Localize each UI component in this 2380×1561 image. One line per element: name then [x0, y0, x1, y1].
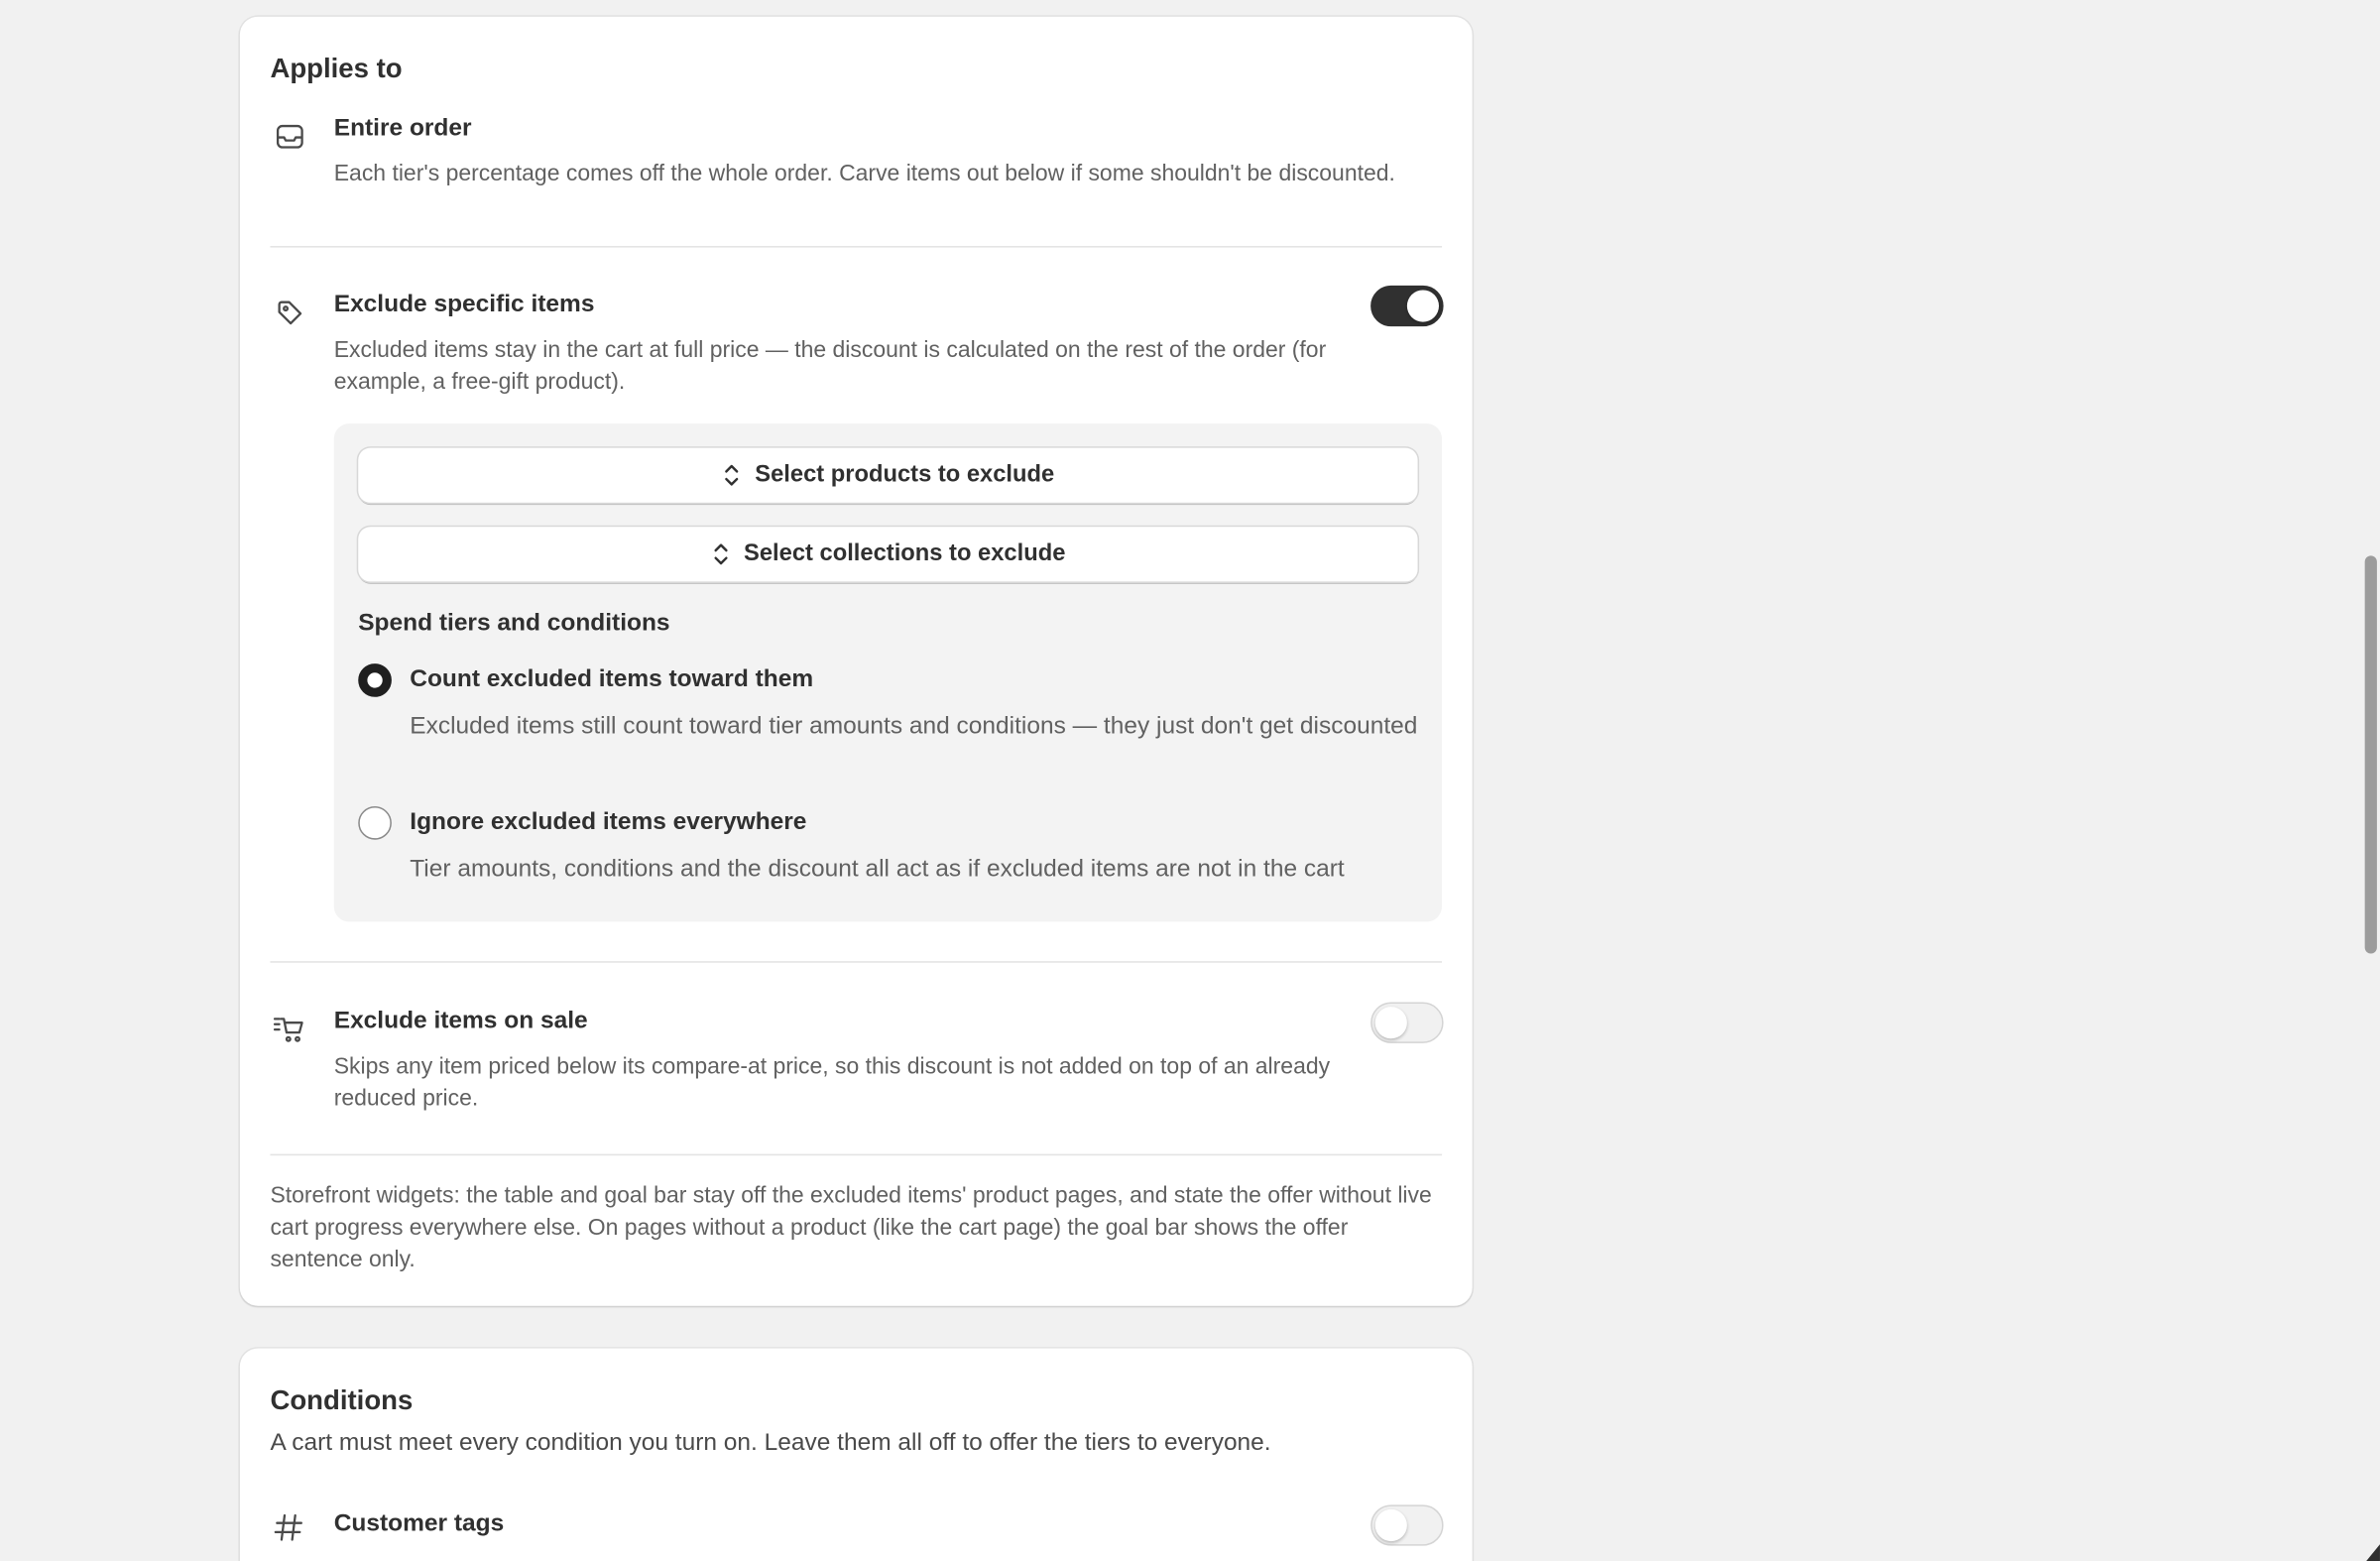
exclusion-options-panel: Select products to exclude Select collec… — [333, 423, 1443, 922]
conditions-card: Conditions A cart must meet every condit… — [239, 1348, 1473, 1561]
resize-corner-icon — [2366, 1544, 2380, 1561]
conditions-description: A cart must meet every condition you tur… — [270, 1430, 1271, 1457]
storefront-note: Storefront widgets: the table and goal b… — [270, 1182, 1432, 1273]
divider — [270, 1153, 1443, 1156]
exclude-sale-toggle[interactable] — [1370, 1002, 1444, 1043]
divider — [270, 246, 1443, 248]
count-excluded-description: Excluded items still count toward tier a… — [410, 713, 1418, 740]
select-products-label: Select products to exclude — [755, 461, 1055, 488]
exclude-sale-description: Skips any item priced below its compare-… — [333, 1053, 1331, 1112]
count-excluded-label[interactable]: Count excluded items toward them — [410, 666, 813, 694]
radio-ignore-excluded[interactable] — [358, 806, 392, 840]
radio-count-excluded[interactable] — [358, 663, 392, 697]
toggle-knob — [1374, 1508, 1407, 1542]
entire-order-description: Each tier's percentage comes off the who… — [333, 161, 1395, 187]
applies-to-card: Applies to Entire order Each tier's perc… — [239, 16, 1473, 1306]
page-viewport: Applies to Entire order Each tier's perc… — [0, 0, 2380, 1561]
select-collections-button[interactable]: Select collections to exclude — [358, 527, 1418, 582]
exclude-sale-title: Exclude items on sale — [333, 1008, 588, 1034]
chevron-up-down-icon — [714, 543, 728, 565]
ignore-excluded-description: Tier amounts, conditions and the discoun… — [410, 856, 1345, 883]
toggle-knob — [1374, 1007, 1407, 1039]
spend-tiers-title: Spend tiers and conditions — [358, 610, 670, 637]
chevron-up-down-icon — [725, 464, 739, 486]
cart-sale-icon — [272, 1012, 308, 1048]
conditions-title: Conditions — [270, 1384, 414, 1415]
select-collections-label: Select collections to exclude — [744, 540, 1066, 567]
divider — [270, 961, 1443, 963]
exclude-specific-description: Excluded items stay in the cart at full … — [333, 336, 1327, 396]
ignore-excluded-label[interactable]: Ignore excluded items everywhere — [410, 809, 806, 837]
scrollbar-thumb[interactable] — [2364, 555, 2377, 954]
select-products-button[interactable]: Select products to exclude — [358, 447, 1418, 503]
customer-tags-title: Customer tags — [333, 1510, 505, 1537]
customer-tags-toggle[interactable] — [1370, 1504, 1444, 1546]
entire-order-title: Entire order — [333, 115, 472, 142]
toggle-knob — [1406, 290, 1440, 322]
exclude-specific-toggle[interactable] — [1370, 285, 1444, 327]
exclude-specific-title: Exclude specific items — [333, 291, 595, 317]
inbox-icon — [272, 118, 308, 155]
tag-icon — [272, 295, 308, 331]
applies-to-title: Applies to — [270, 53, 403, 84]
hash-icon — [270, 1509, 306, 1546]
